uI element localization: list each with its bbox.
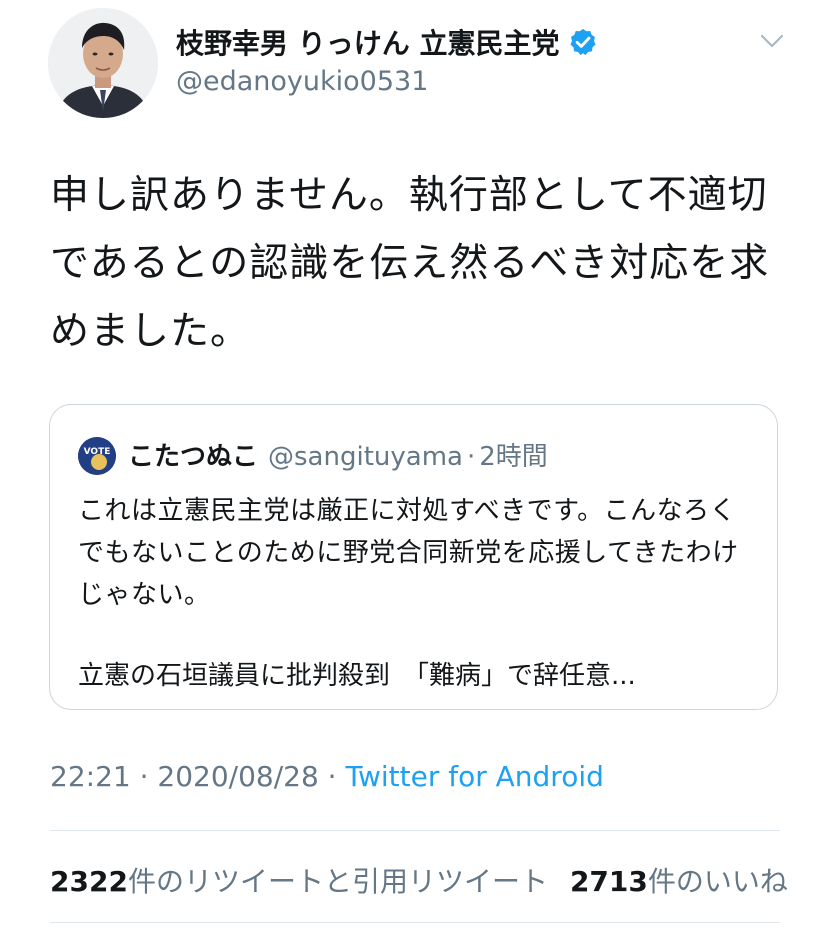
quoted-link-preview[interactable]: 立憲の石垣議員に批判殺到 「難病」で辞任意... xyxy=(78,655,758,697)
author-display-name[interactable]: 枝野幸男 りっけん 立憲民主党 xyxy=(176,22,560,62)
verified-badge-icon xyxy=(570,28,595,56)
divider xyxy=(50,922,780,923)
author-avatar[interactable] xyxy=(48,8,158,118)
tweet-source-link[interactable]: Twitter for Android xyxy=(345,760,603,793)
retweet-stat[interactable]: 2322件のリツイートと引用リツイート xyxy=(50,865,548,898)
chevron-down-icon[interactable] xyxy=(758,30,786,52)
tweet-timestamp: 22:21 · 2020/08/28 · xyxy=(50,760,346,793)
quoted-tweet-card[interactable]: VOTE こたつぬこ @sangituyama · 2時間 これは立憲民主党は厳… xyxy=(49,404,778,710)
retweet-label: 件のリツイートと引用リツイート xyxy=(127,865,548,898)
tweet-stats: 2322件のリツイートと引用リツイート 2713件のいいね xyxy=(50,860,788,900)
like-label: 件のいいね xyxy=(647,865,788,898)
quoted-separator: · xyxy=(466,442,476,472)
quoted-display-name: こたつぬこ xyxy=(128,442,259,472)
retweet-count: 2322 xyxy=(50,865,128,898)
quoted-time: 2時間 xyxy=(479,442,548,472)
tweet-meta: 22:21 · 2020/08/28 · Twitter for Android xyxy=(50,760,604,793)
quoted-avatar-text: VOTE xyxy=(84,447,111,457)
like-stat[interactable]: 2713件のいいね xyxy=(570,865,788,898)
quoted-author-avatar: VOTE xyxy=(78,437,116,475)
author-name-row[interactable]: 枝野幸男 りっけん 立憲民主党 xyxy=(176,22,598,62)
divider xyxy=(50,830,780,831)
like-count: 2713 xyxy=(569,865,648,898)
quoted-handle: @sangituyama xyxy=(268,442,463,472)
quoted-tweet-header: こたつぬこ @sangituyama · 2時間 xyxy=(128,436,548,473)
quoted-tweet-text: これは立憲民主党は厳正に対処すべきです。こんなろくでもないことのために野党合同新… xyxy=(78,496,739,610)
tweet-text: 申し訳ありません。執行部として不適切であるとの認識を伝え然るべき対応を求めました… xyxy=(50,173,770,354)
author-handle[interactable]: @edanoyukio0531 xyxy=(176,66,428,97)
